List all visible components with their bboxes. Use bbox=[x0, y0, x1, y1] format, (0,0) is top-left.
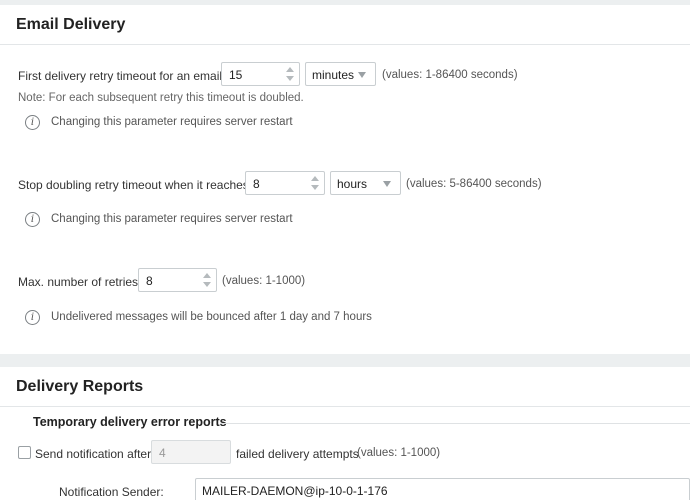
max-retries-label: Max. number of retries: bbox=[18, 275, 142, 289]
stop-doubling-info: Changing this parameter requires server … bbox=[51, 213, 293, 225]
spinner-arrows-icon[interactable] bbox=[286, 66, 295, 82]
first-retry-note: Note: For each subsequent retry this tim… bbox=[18, 92, 304, 104]
stop-doubling-unit-value: hours bbox=[337, 177, 368, 191]
notification-sender-label: Notification Sender: bbox=[59, 485, 164, 499]
delivery-reports-panel: Delivery Reports Temporary delivery erro… bbox=[0, 367, 690, 500]
first-retry-hint: (values: 1-86400 seconds) bbox=[382, 69, 518, 81]
info-icon: i bbox=[25, 115, 40, 130]
failed-attempts-suffix: failed delivery attempts bbox=[236, 447, 359, 461]
spinner-arrows-icon[interactable] bbox=[203, 272, 212, 288]
failed-attempts-value: 4 bbox=[159, 446, 166, 460]
notification-sender-value: MAILER-DAEMON@ip-10-0-1-176 bbox=[202, 484, 388, 498]
title-divider bbox=[0, 44, 690, 45]
title-divider bbox=[0, 406, 690, 407]
stop-doubling-label: Stop doubling retry timeout when it reac… bbox=[18, 178, 253, 192]
send-notification-checkbox[interactable] bbox=[18, 446, 31, 459]
first-retry-value: 15 bbox=[229, 68, 243, 82]
first-retry-input[interactable]: 15 bbox=[221, 62, 300, 86]
email-delivery-panel: Email Delivery First delivery retry time… bbox=[0, 5, 690, 354]
chevron-down-icon bbox=[358, 72, 366, 78]
delivery-reports-title: Delivery Reports bbox=[16, 378, 144, 395]
spinner-arrows-icon[interactable] bbox=[311, 175, 320, 191]
first-retry-unit-select[interactable]: minutes bbox=[305, 62, 376, 86]
max-retries-hint: (values: 1-1000) bbox=[222, 275, 306, 287]
stop-doubling-hint: (values: 5-86400 seconds) bbox=[406, 178, 542, 190]
first-retry-unit-value: minutes bbox=[312, 68, 355, 82]
chevron-down-icon bbox=[383, 181, 391, 187]
failed-attempts-input[interactable]: 4 bbox=[151, 440, 231, 464]
first-retry-info: Changing this parameter requires server … bbox=[51, 116, 293, 128]
stop-doubling-unit-select[interactable]: hours bbox=[330, 171, 401, 195]
stop-doubling-input[interactable]: 8 bbox=[245, 171, 325, 195]
failed-attempts-hint: (values: 1-1000) bbox=[357, 447, 441, 459]
subsection-divider bbox=[220, 423, 690, 424]
stop-doubling-value: 8 bbox=[253, 177, 260, 191]
email-delivery-title: Email Delivery bbox=[16, 16, 126, 33]
info-icon: i bbox=[25, 310, 40, 325]
max-retries-info: Undelivered messages will be bounced aft… bbox=[51, 311, 372, 323]
max-retries-value: 8 bbox=[146, 274, 153, 288]
first-retry-label: First delivery retry timeout for an emai… bbox=[18, 69, 226, 83]
notification-sender-input[interactable]: MAILER-DAEMON@ip-10-0-1-176 bbox=[195, 478, 690, 500]
send-notification-label[interactable]: Send notification after bbox=[35, 447, 151, 461]
info-icon: i bbox=[25, 212, 40, 227]
temp-errors-title: Temporary delivery error reports bbox=[33, 415, 227, 429]
max-retries-input[interactable]: 8 bbox=[138, 268, 217, 292]
